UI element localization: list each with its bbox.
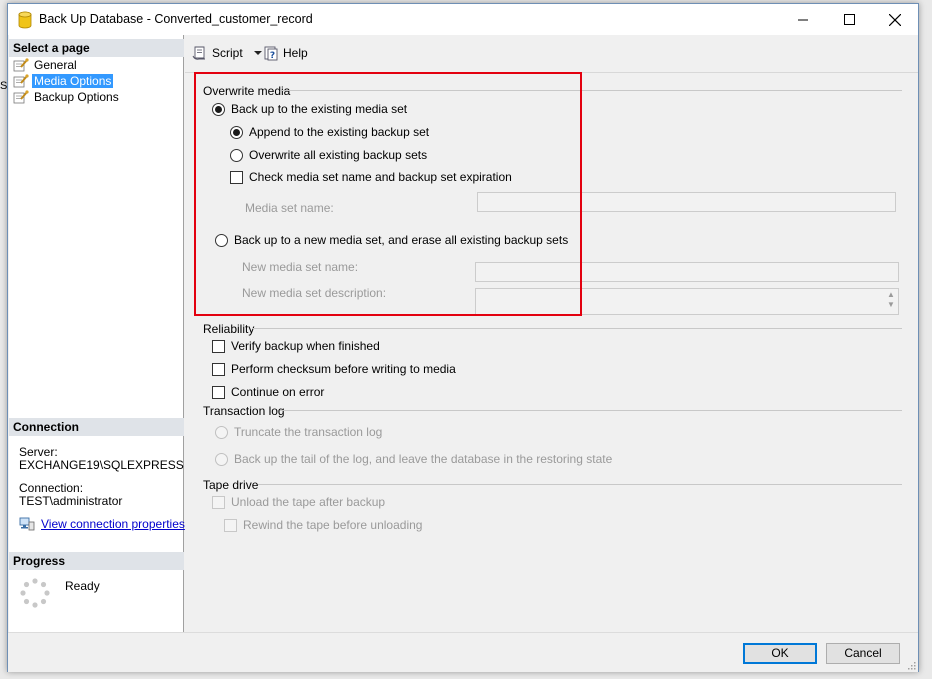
dialog-footer: OK Cancel <box>8 632 918 672</box>
maximize-icon <box>843 14 855 25</box>
media-set-name-input[interactable] <box>477 192 896 212</box>
page-wrench-icon <box>13 74 29 88</box>
rewind-tape-label: Rewind the tape before unloading <box>243 518 423 532</box>
check-media-label: Check media set name and backup set expi… <box>249 170 512 184</box>
truncate-log-label: Truncate the transaction log <box>234 425 383 439</box>
continue-on-error-checkbox[interactable]: Continue on error <box>212 385 324 399</box>
overwrite-all-label: Overwrite all existing backup sets <box>249 148 428 162</box>
page-item-label: General <box>34 58 77 72</box>
continue-on-error-label: Continue on error <box>231 385 325 399</box>
existing-media-set-label: Back up to the existing media set <box>231 102 408 116</box>
radio-indicator[interactable] <box>212 102 225 116</box>
transaction-log-title: Transaction log <box>203 404 285 418</box>
server-value: EXCHANGE19\SQLEXPRESS <box>19 458 184 472</box>
database-icon <box>18 11 32 29</box>
script-label: Script <box>212 46 243 60</box>
overwrite-media-title: Overwrite media <box>203 84 291 98</box>
new-media-set-radio[interactable]: Back up to a new media set, and erase al… <box>215 233 568 247</box>
unload-tape-checkbox[interactable]: Unload the tape after backup <box>212 495 385 509</box>
view-connection-link[interactable]: View connection properties <box>41 517 185 531</box>
new-media-set-name-input[interactable] <box>475 262 899 282</box>
connection-value: TEST\administrator <box>19 494 123 508</box>
reliability-title: Reliability <box>203 322 255 336</box>
view-connection-properties[interactable]: View connection properties <box>19 517 185 531</box>
checkbox-indicator[interactable] <box>212 362 225 376</box>
title-bar[interactable]: Back Up Database - Converted_customer_re… <box>8 4 918 35</box>
check-media-checkbox[interactable]: Check media set name and backup set expi… <box>230 170 512 184</box>
help-label: Help <box>283 46 308 60</box>
verify-backup-label: Verify backup when finished <box>231 339 380 353</box>
group-divider <box>282 90 902 91</box>
radio-indicator[interactable] <box>215 425 228 439</box>
checkbox-indicator[interactable] <box>212 339 225 353</box>
help-icon: ? <box>264 46 278 61</box>
minimize-icon <box>797 19 808 21</box>
help-button[interactable]: ? Help <box>263 45 308 61</box>
resize-grip-icon[interactable] <box>906 660 916 670</box>
group-divider <box>252 328 902 329</box>
progress-spinner-icon <box>20 578 50 608</box>
close-button[interactable] <box>872 4 918 35</box>
tape-drive-title: Tape drive <box>203 478 259 492</box>
page-wrench-icon <box>13 90 29 104</box>
checkbox-indicator[interactable] <box>224 518 237 532</box>
select-page-header: Select a page <box>9 39 184 57</box>
new-media-set-name-label: New media set name: <box>242 260 359 274</box>
checksum-label: Perform checksum before writing to media <box>231 362 456 376</box>
ok-button[interactable]: OK <box>743 643 817 664</box>
tail-log-label: Back up the tail of the log, and leave t… <box>234 452 613 466</box>
append-label: Append to the existing backup set <box>249 125 430 139</box>
group-divider <box>280 410 902 411</box>
checksum-checkbox[interactable]: Perform checksum before writing to media <box>212 362 456 376</box>
new-media-set-description-label: New media set description: <box>242 286 387 300</box>
script-button[interactable]: Script <box>192 45 269 61</box>
maximize-button[interactable] <box>826 4 872 35</box>
page-item-label: Backup Options <box>34 90 119 104</box>
checkbox-indicator[interactable] <box>212 495 225 509</box>
page-item-backup-options[interactable]: Backup Options <box>13 89 121 105</box>
svg-text:?: ? <box>270 51 275 61</box>
group-divider <box>258 484 902 485</box>
new-media-set-description-input[interactable]: ▲ ▼ <box>475 288 899 315</box>
page-item-label: Media Options <box>32 74 114 88</box>
verify-backup-checkbox[interactable]: Verify backup when finished <box>212 339 380 353</box>
cancel-button[interactable]: Cancel <box>826 643 900 664</box>
scroll-arrows-icon[interactable]: ▲ ▼ <box>886 290 896 310</box>
connection-properties-icon <box>19 517 35 531</box>
progress-status: Ready <box>65 579 100 593</box>
page-wrench-icon <box>13 58 29 72</box>
backup-database-dialog: Back Up Database - Converted_customer_re… <box>7 3 919 672</box>
minimize-button[interactable] <box>780 4 826 35</box>
script-icon <box>192 46 205 60</box>
connection-label: Connection: <box>19 481 84 495</box>
checkbox-indicator[interactable] <box>230 170 243 184</box>
toolbar: Script ? Help <box>185 35 918 73</box>
append-radio[interactable]: Append to the existing backup set <box>230 125 429 139</box>
progress-header: Progress <box>9 552 184 570</box>
window-title: Back Up Database - Converted_customer_re… <box>39 12 313 26</box>
page-item-general[interactable]: General <box>13 57 79 73</box>
radio-indicator[interactable] <box>215 233 228 247</box>
radio-indicator[interactable] <box>215 452 228 466</box>
close-icon <box>889 13 901 26</box>
media-set-name-label: Media set name: <box>245 201 334 215</box>
dialog-body: Select a page General Media Options Back… <box>8 35 918 632</box>
left-pane: Select a page General Media Options Back… <box>9 35 185 632</box>
checkbox-indicator[interactable] <box>212 385 225 399</box>
truncate-log-radio[interactable]: Truncate the transaction log <box>215 425 382 439</box>
new-media-set-label: Back up to a new media set, and erase al… <box>234 233 569 247</box>
existing-media-set-radio[interactable]: Back up to the existing media set <box>212 102 407 116</box>
unload-tape-label: Unload the tape after backup <box>231 495 386 509</box>
server-label: Server: <box>19 445 58 459</box>
connection-header: Connection <box>9 418 184 436</box>
rewind-tape-checkbox[interactable]: Rewind the tape before unloading <box>224 518 422 532</box>
overwrite-all-radio[interactable]: Overwrite all existing backup sets <box>230 148 427 162</box>
page-item-media-options[interactable]: Media Options <box>13 73 114 89</box>
tail-log-radio[interactable]: Back up the tail of the log, and leave t… <box>215 452 612 466</box>
radio-indicator[interactable] <box>230 148 243 162</box>
radio-indicator[interactable] <box>230 125 243 139</box>
